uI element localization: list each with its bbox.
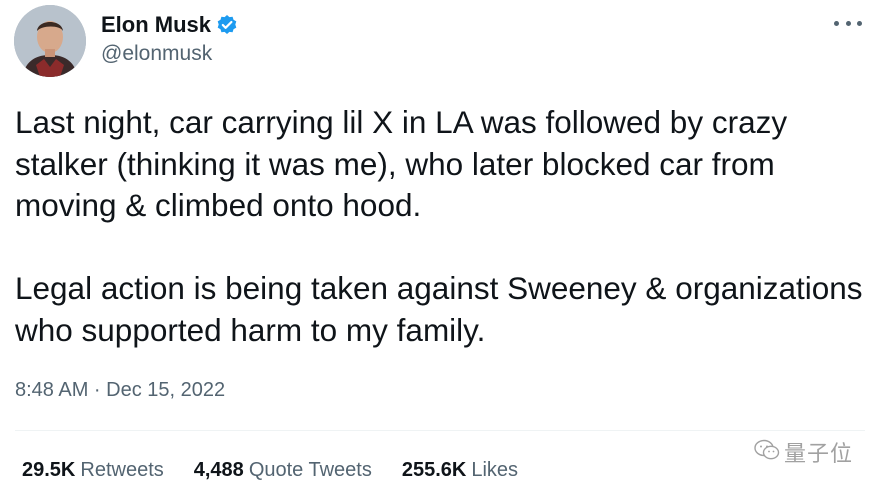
wechat-icon xyxy=(754,439,780,466)
user-handle[interactable]: @elonmusk xyxy=(101,42,212,66)
tweet-card: Elon Musk @elonmusk Last night, car carr… xyxy=(0,0,880,490)
stat-value: 255.6K xyxy=(401,459,467,481)
name-row: Elon Musk xyxy=(101,12,238,38)
stat-likes[interactable]: 255.6K Likes xyxy=(402,458,518,482)
watermark-text: 量子位 xyxy=(784,441,854,466)
display-name[interactable]: Elon Musk xyxy=(101,12,211,38)
stat-retweets[interactable]: 29.5K Retweets xyxy=(22,458,164,482)
stat-label: Likes xyxy=(471,459,519,481)
engagement-stats: 29.5K Retweets 4,488 Quote Tweets 255.6K… xyxy=(22,458,548,482)
verified-badge-icon xyxy=(216,14,238,36)
avatar[interactable] xyxy=(14,5,86,77)
stat-label: Quote Tweets xyxy=(248,459,372,481)
watermark: 量子位 xyxy=(754,436,853,468)
stat-value: 29.5K xyxy=(22,459,76,481)
tweet-text: Last night, car carrying lil X in LA was… xyxy=(15,102,873,351)
stat-value: 4,488 xyxy=(193,459,244,481)
divider xyxy=(15,430,865,431)
tweet-paragraph: Last night, car carrying lil X in LA was… xyxy=(15,104,788,223)
avatar-photo xyxy=(14,5,86,77)
tweet-timestamp[interactable]: 8:48 AM · Dec 15, 2022 xyxy=(15,377,225,403)
more-horizontal-icon[interactable] xyxy=(834,14,862,32)
stat-label: Retweets xyxy=(80,459,164,481)
stat-quote-tweets[interactable]: 4,488 Quote Tweets xyxy=(194,458,372,482)
tweet-paragraph: Legal action is being taken against Swee… xyxy=(15,270,863,348)
